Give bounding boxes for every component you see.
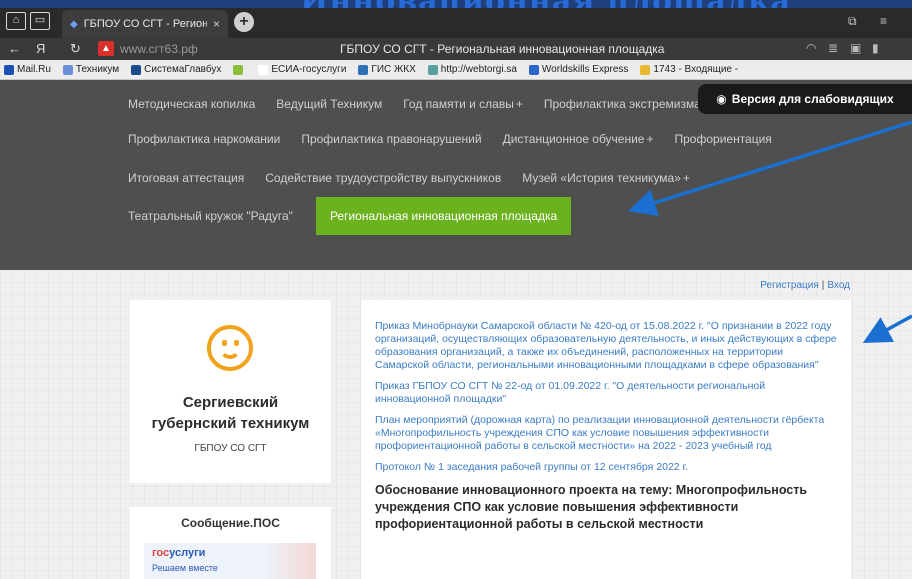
gosuslugi-logo: госуслуги xyxy=(152,547,205,559)
address-bar: ← Я ↻ ▲ www.сгт63.рф ГБПОУ СО СГТ - Реги… xyxy=(0,38,912,60)
bookmark-label: http://webtorgi.sa xyxy=(440,64,517,75)
doc-link-protocol[interactable]: Протокол № 1 заседания рабочей группы от… xyxy=(375,461,837,474)
nav-row-2: Профилактика наркомании Профилактика пра… xyxy=(128,132,793,146)
bookmark-favicon-icon xyxy=(427,64,438,75)
section-title: Обоснование инновационного проекта на те… xyxy=(375,483,808,531)
bookmark-favicon-icon xyxy=(528,64,539,75)
nav-expand-icon[interactable]: + xyxy=(646,132,653,146)
tab-title: ГБПОУ СО СГТ - Регион xyxy=(83,18,207,30)
nav-expand-icon[interactable]: + xyxy=(516,97,523,111)
gosuslugi-logo-part1: гос xyxy=(152,547,170,559)
yandex-icon[interactable]: Я xyxy=(36,41,45,56)
bookmark-item[interactable]: Техникум xyxy=(62,64,120,75)
bookmark-item[interactable]: Mail.Ru xyxy=(4,64,51,75)
browser-tabbar: Инновационная площадка ⌂ ▭ ◆ ГБПОУ СО СГ… xyxy=(0,0,912,38)
bookmark-favicon-icon xyxy=(131,64,142,75)
login-link[interactable]: Вход xyxy=(827,280,850,291)
url-field[interactable]: www.сгт63.рф xyxy=(120,42,198,56)
bookmark-item[interactable]: 1743 - Входящие - xyxy=(640,64,738,75)
bookmark-item[interactable]: ГИС ЖКХ xyxy=(358,64,416,75)
bookmark-favicon-icon xyxy=(258,64,269,75)
bookmark-item[interactable]: Worldskills Express xyxy=(528,64,629,75)
smiley-logo-icon[interactable] xyxy=(207,325,253,371)
low-vision-button[interactable]: ◉ Версия для слабовидящих xyxy=(698,84,912,114)
nav-row-3: Итоговая аттестация Содействие трудоустр… xyxy=(128,171,711,185)
back-button[interactable]: ← xyxy=(8,41,21,56)
extension-icon[interactable]: ▣ xyxy=(850,41,861,55)
browser-tab[interactable]: ◆ ГБПОУ СО СГТ - Регион × xyxy=(62,10,228,38)
nav-expand-icon[interactable]: + xyxy=(683,171,690,185)
reload-button[interactable]: ↻ xyxy=(70,41,81,57)
window-restore-icon[interactable]: ⧉ xyxy=(848,14,857,29)
bookmark-favicon-icon xyxy=(233,64,244,75)
logo-mouth xyxy=(219,343,241,359)
reader-icon[interactable]: ≣ xyxy=(828,41,838,55)
bookmark-item[interactable] xyxy=(233,64,246,75)
low-vision-label: Версия для слабовидящих xyxy=(731,92,894,106)
nav-item-offenses[interactable]: Профилактика правонарушений xyxy=(301,132,481,146)
bookmark-label: СистемаГлавбух xyxy=(144,64,222,75)
nav-item-museum[interactable]: Музей «История техникума» xyxy=(522,171,681,185)
gosuslugi-logo-part2: услуги xyxy=(169,547,206,559)
org-short-name: ГБПОУ СО СГТ xyxy=(194,443,267,454)
close-tab-icon[interactable]: × xyxy=(213,17,220,31)
bookmark-label: ГИС ЖКХ xyxy=(371,64,416,75)
menu-icon[interactable]: ≡ xyxy=(880,14,887,28)
main-content-card: Приказ Минобрнауки Самарской области № 4… xyxy=(361,300,851,579)
doc-link-order-22[interactable]: Приказ ГБПОУ СО СГТ № 22-од от 01.09.202… xyxy=(375,380,837,406)
bookmark-label: Worldskills Express xyxy=(541,64,629,75)
auth-separator: | xyxy=(821,280,825,291)
nav-item-certification[interactable]: Итоговая аттестация xyxy=(128,171,244,185)
org-name-line2: губернский техникум xyxy=(151,415,310,432)
bookmark-item[interactable]: ЕСИА-госуслуги xyxy=(258,64,346,75)
auth-links: Регистрация | Вход xyxy=(760,280,850,291)
register-link[interactable]: Регистрация xyxy=(760,280,818,291)
tabs-icon[interactable]: ▭ xyxy=(30,12,50,30)
org-name: Сергиевский губернский техникум xyxy=(130,392,331,434)
nav-item-drugs[interactable]: Профилактика наркомании xyxy=(128,132,280,146)
nav-item-distance[interactable]: Дистанционное обучение xyxy=(503,132,645,146)
nav-item-memory-year[interactable]: Год памяти и славы xyxy=(403,97,514,111)
bookmark-favicon-icon xyxy=(4,64,14,75)
nav-item-employment[interactable]: Содействие трудоустройству выпускников xyxy=(265,171,501,185)
security-warning-icon[interactable]: ▲ xyxy=(98,41,114,56)
gosuslugi-subtitle: Решаем вместе xyxy=(152,563,218,573)
headphones-icon[interactable]: ◠ xyxy=(806,41,816,55)
bookmark-label: 1743 - Входящие - xyxy=(653,64,739,75)
bookmark-item[interactable]: http://webtorgi.sa xyxy=(427,64,517,75)
pos-widget: Сообщение.ПОС госуслуги Решаем вместе xyxy=(130,507,331,579)
content-area: Регистрация | Вход Сергиевский губернский … xyxy=(0,270,912,579)
pos-title: Сообщение.ПОС xyxy=(181,516,280,530)
nav-item-leading[interactable]: Ведущий Техникум xyxy=(276,97,382,111)
org-card: Сергиевский губернский техникум ГБПОУ СО… xyxy=(130,300,331,483)
nav-item-career[interactable]: Профориентация xyxy=(675,132,772,146)
bookmark-favicon-icon xyxy=(62,64,73,75)
doc-link-roadmap[interactable]: План мероприятий (дорожная карта) по реа… xyxy=(375,414,837,453)
nav-item-theater[interactable]: Театральный кружок "Радуга" xyxy=(128,209,293,223)
nav-row-4: Театральный кружок "Радуга" Региональная… xyxy=(128,197,592,235)
nav-item-metod[interactable]: Методическая копилка xyxy=(128,97,255,111)
org-name-line1: Сергиевский xyxy=(182,394,279,411)
bookmark-favicon-icon xyxy=(640,64,651,75)
nav-item-extremism[interactable]: Профилактика экстремизма xyxy=(544,97,701,111)
page-title: ГБПОУ СО СГТ - Региональная инновационна… xyxy=(340,42,665,56)
site-favicon-icon: ◆ xyxy=(70,18,78,30)
doc-link-order-420[interactable]: Приказ Минобрнауки Самарской области № 4… xyxy=(375,320,837,372)
bookmark-label: Mail.Ru xyxy=(17,64,51,75)
bookmark-label: Техникум xyxy=(75,64,120,75)
bookmark-icon[interactable]: ▮ xyxy=(872,41,879,55)
nav-row-1: Методическая копилка Ведущий Техникум Го… xyxy=(128,97,722,111)
eye-icon: ◉ xyxy=(716,92,727,106)
new-tab-button[interactable]: + xyxy=(234,12,254,32)
gosuslugi-banner[interactable]: госуслуги Решаем вместе xyxy=(144,543,316,579)
bookmark-favicon-icon xyxy=(358,64,369,75)
bookmark-label: ЕСИА-госуслуги xyxy=(271,64,347,75)
nav-item-innovation-active[interactable]: Региональная инновационная площадка xyxy=(315,197,572,235)
bookmarks-bar: Mail.Ru Техникум СистемаГлавбух ЕСИА-госусл… xyxy=(0,60,912,80)
bookmark-item[interactable]: СистемаГлавбух xyxy=(131,64,221,75)
home-icon[interactable]: ⌂ xyxy=(6,12,26,30)
